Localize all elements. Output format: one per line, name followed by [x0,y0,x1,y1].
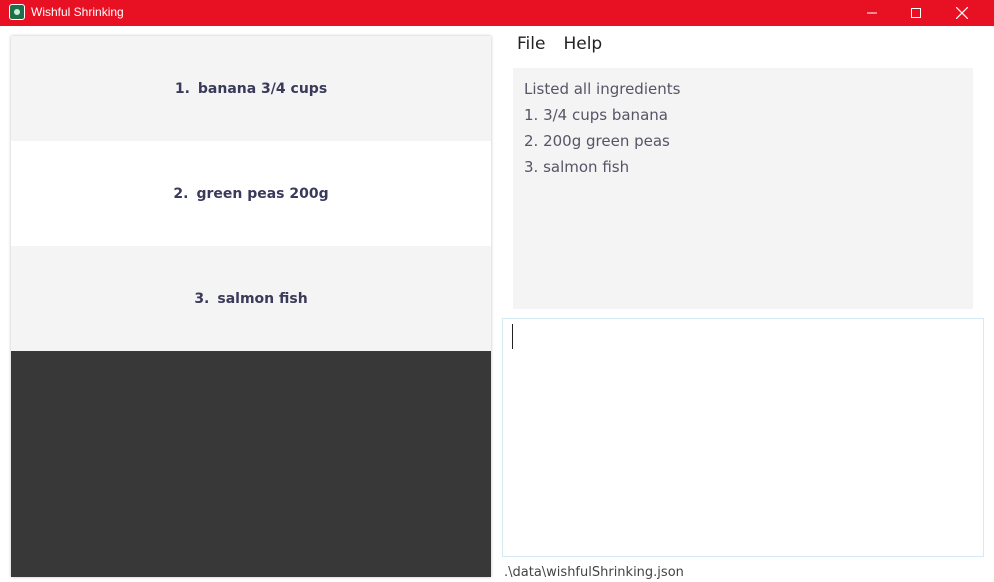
result-line: Listed all ingredients [524,80,681,98]
app-icon [9,4,25,20]
result-line: 2. 200g green peas [524,132,670,150]
window-title: Wishful Shrinking [31,5,124,19]
status-bar: .\data\wishfulShrinking.json [504,565,684,581]
list-item-name: green peas 200g [196,185,329,202]
close-button[interactable] [939,0,985,26]
list-item-index: 2. [173,185,189,202]
maximize-icon [911,8,921,18]
ingredient-list-panel[interactable]: 1. banana 3/4 cups 2. green peas 200g 3.… [11,36,491,577]
result-line: 1. 3/4 cups banana [524,106,668,124]
minimize-icon [867,12,877,14]
save-location: .\data\wishfulShrinking.json [504,565,684,580]
close-icon [956,7,968,19]
list-item-index: 3. [194,290,210,307]
text-caret [512,324,513,349]
maximize-button[interactable] [893,0,939,26]
list-item-index: 1. [174,80,190,97]
result-line: 3. salmon fish [524,158,630,176]
list-item[interactable]: 1. banana 3/4 cups [11,36,491,141]
minimize-button[interactable] [849,0,895,26]
menu-file[interactable]: File [517,33,545,55]
result-display: Listed all ingredients 1. 3/4 cups banan… [513,68,973,309]
list-item-name: banana 3/4 cups [197,80,328,97]
menu-help[interactable]: Help [563,33,602,55]
menu-bar: File Help [511,33,614,55]
list-item-name: salmon fish [217,290,308,307]
list-item[interactable]: 3. salmon fish [11,246,491,351]
command-input[interactable] [502,318,984,557]
title-bar: Wishful Shrinking [0,0,994,26]
list-item[interactable]: 2. green peas 200g [11,141,491,246]
